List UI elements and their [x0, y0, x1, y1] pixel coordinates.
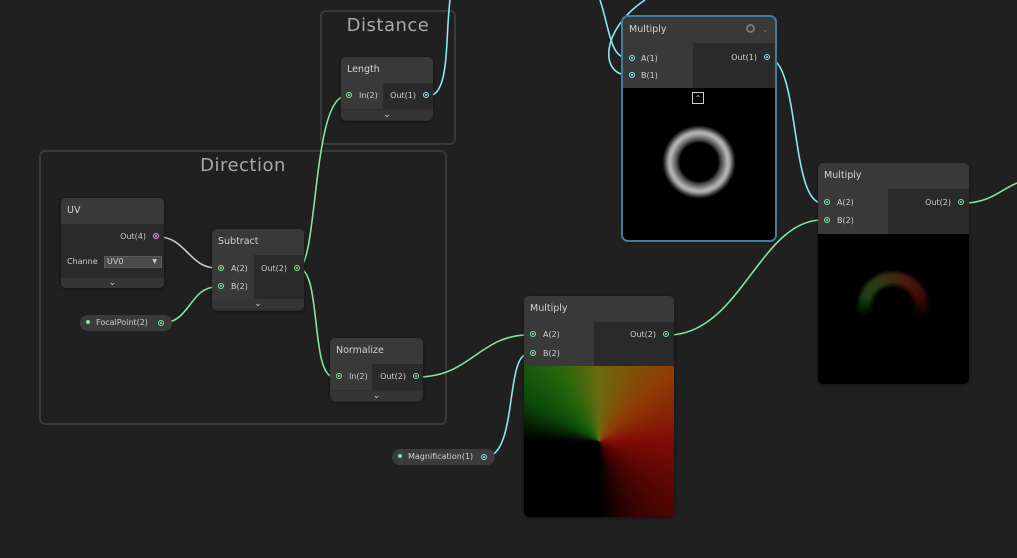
channel-select[interactable]: UV0 ▼	[104, 256, 162, 268]
group-title: Direction	[200, 155, 286, 176]
node-length[interactable]: Length In(2) Out(1) ⌄	[341, 57, 433, 121]
expand-button[interactable]: ⌄	[341, 110, 433, 120]
input-port-in[interactable]: In(2)	[336, 371, 368, 383]
collapse-preview-button[interactable]: ⌃	[692, 92, 704, 104]
dropdown-arrow-icon: ▼	[152, 258, 157, 265]
node-title: UV	[61, 198, 164, 224]
chevron-down-icon: ⌄	[372, 391, 381, 401]
output-port[interactable]	[481, 454, 487, 460]
input-port-in[interactable]: In(2)	[346, 90, 378, 102]
node-title: Multiply	[818, 163, 969, 189]
chevron-down-icon: ⌄	[254, 299, 262, 309]
property-indicator	[398, 454, 402, 458]
group-title: Distance	[346, 15, 430, 36]
node-subtract[interactable]: Subtract A(2) B(2) Out(2) ⌄	[212, 229, 304, 311]
node-title: Subtract	[212, 229, 304, 255]
input-port-b[interactable]: B(2)	[218, 281, 248, 293]
node-title: Multiply	[524, 296, 674, 322]
input-port-a[interactable]: A(2)	[218, 263, 248, 275]
ring-preview	[843, 257, 943, 357]
chevron-down-icon: ⌄	[383, 110, 391, 120]
node-normalize[interactable]: Normalize In(2) Out(2) ⌄	[330, 338, 423, 402]
wire-multiply-top-to-right	[767, 57, 823, 204]
channel-label: Channe	[67, 257, 98, 266]
input-port-a[interactable]: A(2)	[530, 329, 560, 341]
output-port-out[interactable]: Out(2)	[630, 329, 669, 341]
output-port-out[interactable]: Out(2)	[380, 371, 419, 383]
output-port-out[interactable]: Out(2)	[261, 263, 300, 275]
input-port-b[interactable]: B(1)	[629, 70, 658, 82]
wire-magnification-to-multiply	[484, 353, 529, 458]
node-title: Length	[341, 57, 433, 83]
node-multiply-top[interactable]: Multiply ⌄ A(1) B(1) Out(1) ⌃	[621, 15, 777, 242]
node-preview	[818, 234, 969, 384]
output-port-out[interactable]: Out(1)	[390, 90, 429, 102]
node-title: Normalize	[330, 338, 423, 364]
expand-button[interactable]: ⌄	[212, 299, 304, 309]
chevron-down-icon[interactable]: ⌄	[761, 17, 769, 43]
output-port-out[interactable]: Out(1)	[731, 52, 770, 64]
output-port-out[interactable]: Out(2)	[925, 197, 964, 209]
input-port-b[interactable]: B(2)	[530, 348, 560, 360]
input-port-a[interactable]: A(2)	[824, 197, 854, 209]
node-multiply-mid[interactable]: Multiply A(2) B(2) Out(2)	[524, 296, 674, 517]
expand-button[interactable]: ⌄	[61, 278, 164, 288]
node-uv[interactable]: UV Out(4) Channe UV0 ▼ ⌄	[61, 198, 164, 288]
input-port-a[interactable]: A(1)	[629, 53, 658, 65]
node-title: Multiply ⌄	[623, 17, 775, 43]
output-port-out[interactable]: Out(4)	[120, 231, 159, 243]
expand-button[interactable]: ⌄	[330, 391, 423, 401]
channel-dropdown[interactable]: Channe UV0 ▼	[67, 256, 162, 269]
input-port-b[interactable]: B(2)	[824, 215, 854, 227]
output-port[interactable]	[158, 320, 164, 326]
chevron-down-icon: ⌄	[108, 278, 117, 288]
node-multiply-right[interactable]: Multiply A(2) B(2) Out(2)	[818, 163, 969, 384]
wire-multiply-right-out	[962, 182, 1017, 204]
property-focal-point[interactable]: FocalPoint(2)	[80, 315, 172, 331]
node-preview	[524, 366, 674, 517]
gear-icon[interactable]	[746, 24, 755, 33]
property-magnification[interactable]: Magnification(1)	[392, 449, 495, 465]
ring-preview	[649, 112, 749, 212]
chevron-up-icon: ⌃	[694, 94, 702, 103]
node-preview: ⌃	[623, 88, 775, 240]
property-indicator	[86, 320, 90, 324]
